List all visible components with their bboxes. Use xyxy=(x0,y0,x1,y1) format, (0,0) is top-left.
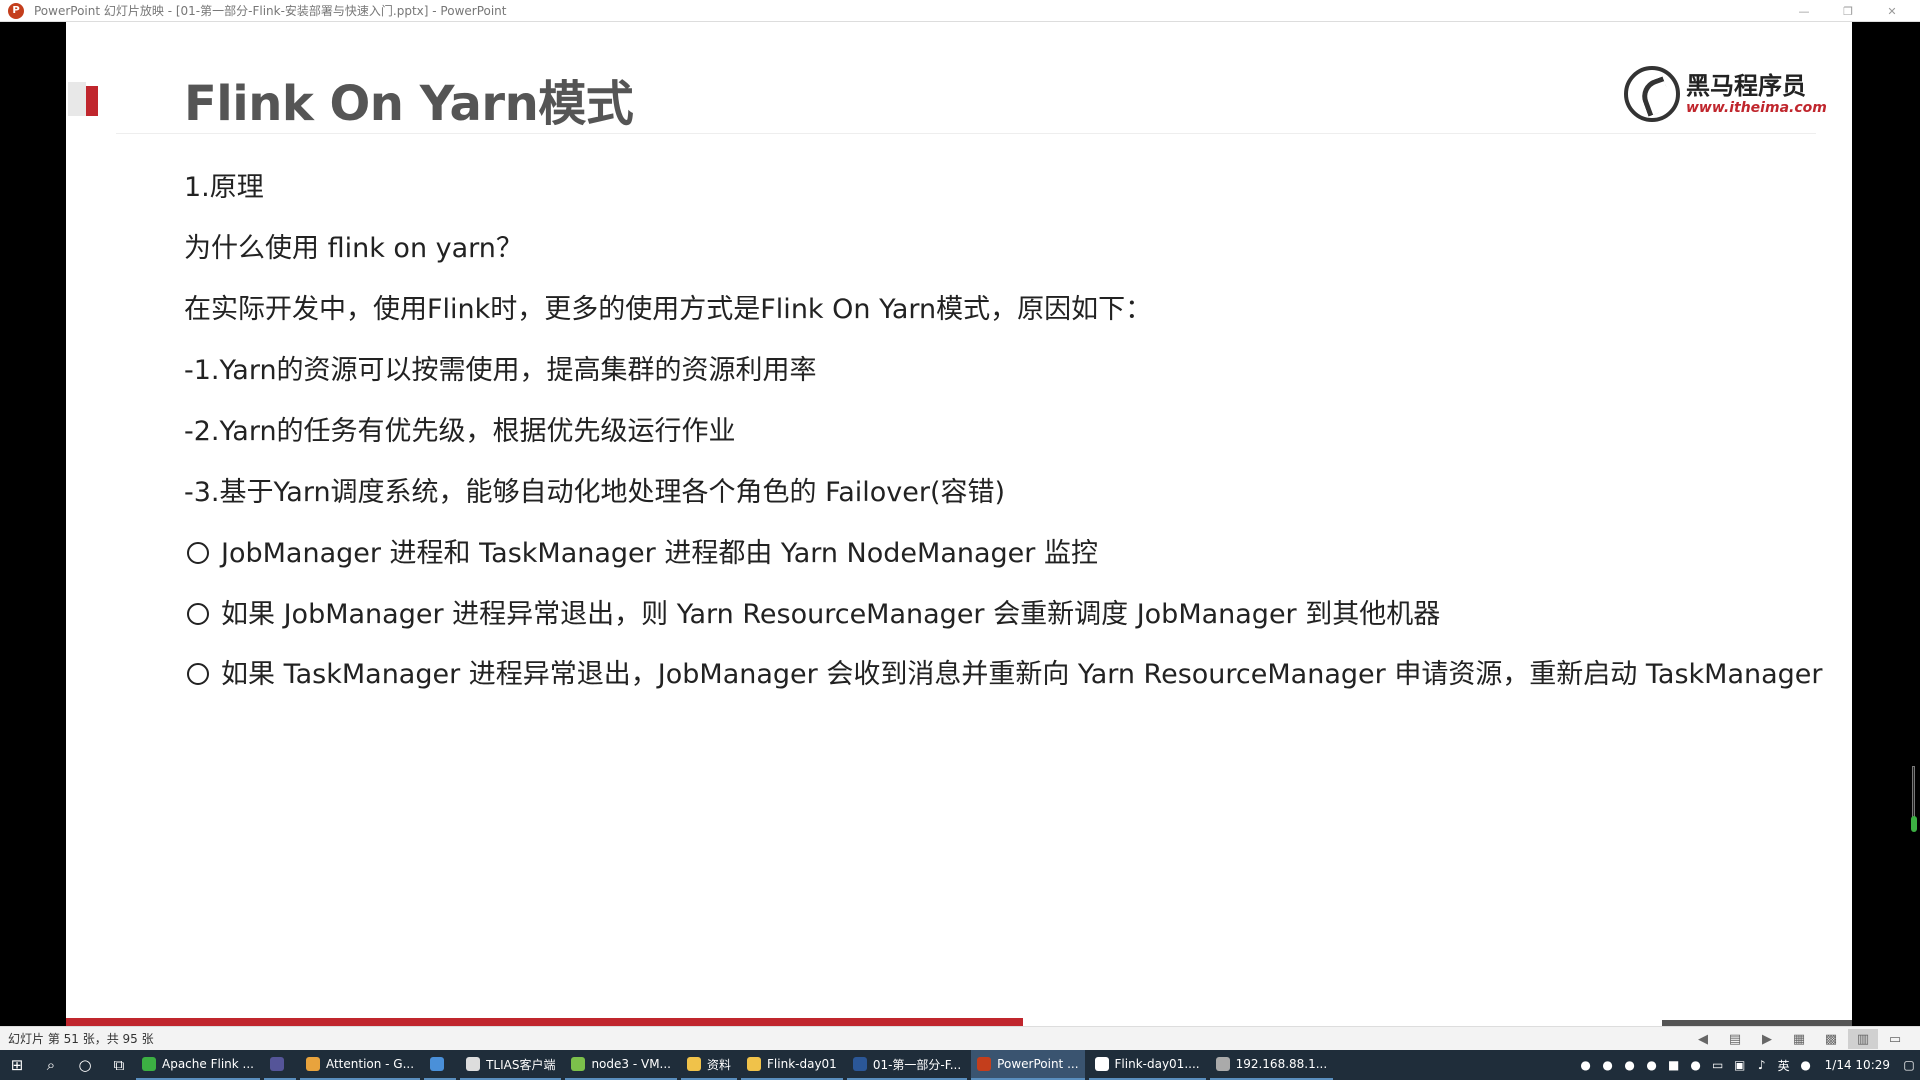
slide-counter: 幻灯片 第 51 张，共 95 张 xyxy=(8,1032,154,1046)
reading-view-icon[interactable]: ▥ xyxy=(1848,1029,1878,1049)
body-line: -3.基于Yarn调度系统，能够自动化地处理各个角色的 Failover(容错) xyxy=(184,477,1006,508)
taskbar-item-label: Attention - G... xyxy=(325,1057,415,1071)
slideshow-icon[interactable]: ▭ xyxy=(1880,1029,1910,1049)
slide-sorter-icon[interactable]: ▩ xyxy=(1816,1029,1846,1049)
taskbar-item-label: 192.168.88.1... xyxy=(1235,1057,1328,1071)
input-language[interactable]: 英 xyxy=(1773,1050,1795,1080)
circle-bullet-icon xyxy=(187,542,209,564)
itheima-logo: 黑马程序员 www.itheima.com xyxy=(1624,66,1827,122)
logo-name: 黑马程序员 xyxy=(1686,72,1806,100)
network-icon[interactable]: ▣ xyxy=(1729,1050,1751,1080)
app-icon xyxy=(1094,1057,1109,1071)
body-line: 在实际开发中，使用Flink时，更多的使用方式是Flink On Yarn模式，… xyxy=(184,294,1153,325)
taskbar-item[interactable]: 资料 xyxy=(681,1050,738,1080)
bullet-item: JobManager 进程和 TaskManager 进程都由 Yarn Nod… xyxy=(184,534,1824,595)
title-accent-red xyxy=(86,86,98,116)
taskbar-item[interactable]: Flink-day01 xyxy=(741,1050,843,1080)
app-icon xyxy=(571,1057,586,1071)
taskbar-item[interactable] xyxy=(424,1050,457,1080)
bullet-item: 如果 JobManager 进程异常退出，则 Yarn ResourceMana… xyxy=(184,595,1824,656)
windows-start-icon[interactable]: ⊞ xyxy=(0,1050,34,1080)
app-icon xyxy=(1215,1057,1230,1071)
taskbar-item[interactable]: Attention - G... xyxy=(299,1050,421,1080)
bullet-text: 如果 JobManager 进程异常退出，则 Yarn ResourceMana… xyxy=(221,599,1441,630)
horse-logo-icon xyxy=(1624,66,1680,122)
slideshow-stage[interactable]: Flink On Yarn模式 黑马程序员 www.itheima.com 1.… xyxy=(0,22,1920,1032)
volume-icon[interactable]: ♪ xyxy=(1751,1050,1773,1080)
tray-app-icon[interactable]: ● xyxy=(1619,1050,1641,1080)
app-icon xyxy=(852,1057,867,1071)
task-view-icon[interactable]: ⧉ xyxy=(102,1050,136,1080)
status-bar: 幻灯片 第 51 张，共 95 张 ◀ ▤ ▶ ▦ ▩ ▥ ▭ xyxy=(0,1026,1920,1050)
taskbar-item[interactable]: PowerPoint ... xyxy=(971,1050,1085,1080)
taskbar-item-label: Flink-day01 xyxy=(767,1057,837,1071)
taskbar-item-label: Apache Flink ... xyxy=(162,1057,254,1071)
tray-app-icon[interactable]: ● xyxy=(1685,1050,1707,1080)
bullet-text: JobManager 进程和 TaskManager 进程都由 Yarn Nod… xyxy=(221,538,1098,569)
body-line: 为什么使用 flink on yarn？ xyxy=(184,233,523,264)
slide[interactable]: Flink On Yarn模式 黑马程序员 www.itheima.com 1.… xyxy=(66,22,1852,1026)
tray-app-icon[interactable]: ● xyxy=(1575,1050,1597,1080)
normal-view-icon[interactable]: ▦ xyxy=(1784,1029,1814,1049)
minimize-button[interactable]: — xyxy=(1782,0,1826,22)
taskbar-item[interactable]: Flink-day01.... xyxy=(1088,1050,1206,1080)
previous-slide-icon[interactable]: ◀ xyxy=(1688,1029,1718,1049)
app-icon xyxy=(430,1057,445,1071)
notification-icon[interactable]: ▢ xyxy=(1898,1050,1920,1080)
app-icon xyxy=(977,1057,992,1071)
slide-title: Flink On Yarn模式 xyxy=(184,76,634,132)
taskbar-item[interactable]: TLIAS客户端 xyxy=(460,1050,562,1080)
title-accent-gray xyxy=(68,82,86,116)
title-divider xyxy=(116,133,1816,134)
cortana-icon[interactable]: ○ xyxy=(68,1050,102,1080)
taskbar-item[interactable]: 01-第一部分-F... xyxy=(846,1050,968,1080)
slide-progress-bar xyxy=(66,1018,1852,1026)
taskbar-item[interactable] xyxy=(263,1050,296,1080)
logo-url: www.itheima.com xyxy=(1686,100,1827,116)
taskbar-item-label: 01-第一部分-F... xyxy=(872,1057,962,1072)
antivirus-icon[interactable]: ● xyxy=(1795,1050,1817,1080)
app-icon xyxy=(466,1057,481,1071)
restore-button[interactable]: ❐ xyxy=(1826,0,1870,22)
body-line: -1.Yarn的资源可以按需使用，提高集群的资源利用率 xyxy=(184,355,817,386)
body-line: 1.原理 xyxy=(184,172,264,203)
progress-fill xyxy=(66,1018,1024,1026)
app-icon xyxy=(305,1057,320,1071)
app-icon xyxy=(687,1057,701,1071)
taskbar-item[interactable]: node3 - VM... xyxy=(565,1050,677,1080)
bullet-text: 如果 TaskManager 进程异常退出，JobManager 会收到消息并重… xyxy=(221,659,1823,690)
taskbar-item-label: TLIAS客户端 xyxy=(486,1057,556,1072)
tray-app-icon[interactable]: ● xyxy=(1597,1050,1619,1080)
powerpoint-icon: P xyxy=(8,2,24,19)
taskbar-item-label: Flink-day01.... xyxy=(1114,1057,1200,1071)
window-title: PowerPoint 幻灯片放映 - [01-第一部分-Flink-安装部署与快… xyxy=(34,4,507,18)
clock[interactable]: 1/14 10:29 xyxy=(1825,1058,1890,1072)
windows-taskbar: ⊞ ⌕ ○ ⧉ Apache Flink ... Attention - G...… xyxy=(0,1050,1920,1080)
battery-icon[interactable]: ▭ xyxy=(1707,1050,1729,1080)
app-icon xyxy=(142,1057,156,1071)
window-title-bar: P PowerPoint 幻灯片放映 - [01-第一部分-Flink-安装部署… xyxy=(0,0,1920,22)
close-button[interactable]: ✕ xyxy=(1870,0,1914,22)
tray-app-icon[interactable]: ■ xyxy=(1663,1050,1685,1080)
body-line: -2.Yarn的任务有优先级，根据优先级运行作业 xyxy=(184,416,736,447)
search-icon[interactable]: ⌕ xyxy=(34,1050,68,1080)
taskbar-item-label: node3 - VM... xyxy=(591,1057,671,1071)
bullet-item: 如果 TaskManager 进程异常退出，JobManager 会收到消息并重… xyxy=(184,648,1824,702)
taskbar-item[interactable]: 192.168.88.1... xyxy=(1209,1050,1334,1080)
app-icon xyxy=(269,1057,284,1071)
system-tray: ● ● ● ● ■ ● ▭ ▣ ♪ 英 ● 1/14 10:29 ▢ xyxy=(1575,1050,1920,1080)
menu-icon[interactable]: ▤ xyxy=(1720,1029,1750,1049)
taskbar-item[interactable]: Apache Flink ... xyxy=(136,1050,260,1080)
app-icon xyxy=(747,1057,762,1071)
circle-bullet-icon xyxy=(187,662,209,685)
slide-body: 1.原理 为什么使用 flink on yarn？ 在实际开发中，使用Flink… xyxy=(184,168,1824,702)
taskbar-item-label: 资料 xyxy=(707,1057,732,1072)
next-slide-icon[interactable]: ▶ xyxy=(1752,1029,1782,1049)
taskbar-item-label: PowerPoint ... xyxy=(997,1057,1079,1071)
scroll-knob[interactable] xyxy=(1911,816,1917,832)
scroll-indicator[interactable] xyxy=(1906,766,1920,856)
tray-app-icon[interactable]: ● xyxy=(1641,1050,1663,1080)
circle-bullet-icon xyxy=(187,603,209,625)
